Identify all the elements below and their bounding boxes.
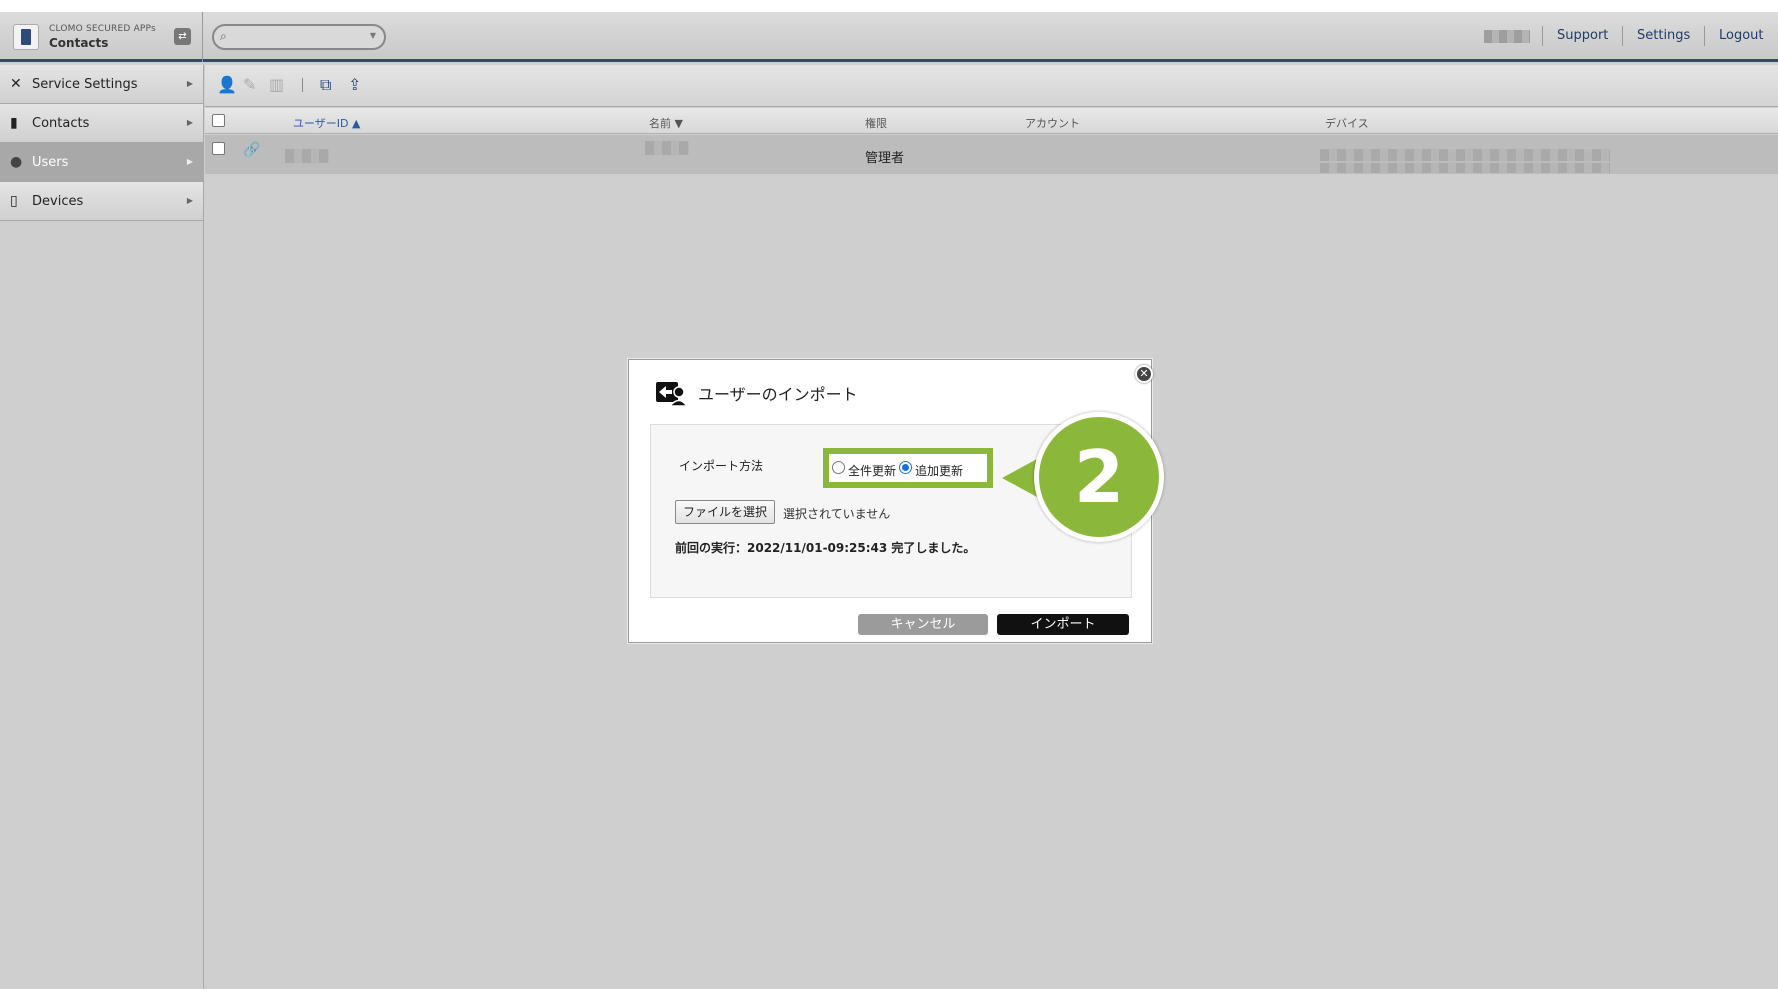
chevron-right-icon: ▶ (186, 157, 193, 166)
add-update-label[interactable]: 追加更新 (915, 462, 963, 479)
import-method-label: インポート方法 (679, 459, 764, 473)
choose-file-button[interactable]: ファイルを選択 (675, 500, 776, 524)
sort-asc-icon: ▲ (352, 117, 361, 130)
toolbar: 👤 ✎ ▥ ⧉ ⇪ (205, 65, 1778, 107)
add-user-icon[interactable]: 👤 (217, 75, 237, 94)
chevron-right-icon: ▶ (186, 79, 193, 88)
file-status-text: 選択されていません (783, 507, 891, 521)
column-header-device[interactable]: デバイス (1325, 115, 1369, 131)
chevron-right-icon: ▶ (186, 196, 193, 205)
search-input[interactable]: ⌕ ▼ (212, 24, 386, 50)
header-divider (1622, 26, 1623, 46)
last-run-status: 前回の実行：2022/11/01-09:25:43 完了しました。 (675, 541, 976, 555)
cancel-button[interactable]: キャンセル (858, 614, 988, 635)
sidebar-item-label: Devices (32, 194, 84, 209)
masked-user-id (285, 149, 329, 163)
logout-link[interactable]: Logout (1719, 28, 1764, 43)
masked-device (1320, 163, 1610, 173)
search-icon: ⌕ (220, 29, 227, 43)
brand-suite-name: CLOMO SECURED APPs (49, 24, 156, 34)
chevron-right-icon: ▶ (186, 118, 193, 127)
step-number: 2 (1073, 435, 1125, 519)
settings-link[interactable]: Settings (1637, 28, 1690, 43)
import-method-options: 全件更新 追加更新 (823, 448, 993, 488)
delete-trash-icon[interactable]: ▥ (269, 75, 284, 94)
chevron-down-icon[interactable]: ▼ (370, 31, 376, 40)
brand-area: CLOMO SECURED APPs Contacts ⇄ (0, 12, 203, 62)
sidebar-item-label: Service Settings (32, 77, 138, 92)
column-header-name[interactable]: 名前 ▼ (649, 115, 683, 131)
table-row[interactable]: 🔗 管理者 (205, 135, 1778, 174)
column-header-account[interactable]: アカウント (1025, 115, 1080, 131)
app-switcher-icon[interactable]: ⇄ (174, 28, 191, 45)
tools-icon: ✕ (10, 76, 22, 92)
header-divider (1704, 26, 1705, 46)
header-divider (1542, 26, 1543, 46)
masked-name (645, 141, 689, 155)
contacts-book-icon: ▮ (10, 115, 18, 131)
toolbar-divider (302, 78, 303, 92)
header-bar: CLOMO SECURED APPs Contacts ⇄ ⌕ ▼ Suppor… (0, 12, 1778, 62)
column-header-role[interactable]: 権限 (865, 115, 887, 131)
full-update-radio[interactable] (832, 461, 845, 474)
link-icon[interactable]: 🔗 (243, 142, 260, 158)
select-all-checkbox[interactable] (212, 114, 225, 127)
row-checkbox[interactable] (212, 142, 225, 155)
step-callout: 2 (1034, 412, 1164, 542)
export-users-icon[interactable]: ⇪ (348, 75, 361, 94)
sidebar-item-users[interactable]: ● Users ▶ (0, 143, 203, 182)
sidebar-item-devices[interactable]: ▯ Devices ▶ (0, 182, 203, 221)
column-header-user-id[interactable]: ユーザーID ▲ (293, 115, 360, 131)
support-link[interactable]: Support (1557, 28, 1608, 43)
masked-device (1320, 149, 1610, 161)
import-users-icon (656, 382, 687, 406)
brand-app-name: Contacts (49, 36, 109, 50)
full-update-label[interactable]: 全件更新 (848, 462, 896, 479)
table-header: ユーザーID ▲ 名前 ▼ 権限 アカウント デバイス (205, 108, 1778, 134)
dialog-title: ユーザーのインポート (698, 385, 858, 404)
app-window: CLOMO SECURED APPs Contacts ⇄ ⌕ ▼ Suppor… (0, 12, 1778, 989)
edit-pencil-icon[interactable]: ✎ (243, 75, 256, 94)
sort-desc-icon: ▼ (674, 117, 683, 130)
import-users-icon[interactable]: ⧉ (320, 75, 331, 95)
sidebar-item-contacts[interactable]: ▮ Contacts ▶ (0, 104, 203, 143)
sidebar-item-service-settings[interactable]: ✕ Service Settings ▶ (0, 65, 203, 104)
role-cell: 管理者 (865, 151, 905, 166)
import-button[interactable]: インポート (997, 614, 1129, 635)
app-logo-icon (13, 24, 39, 50)
devices-icon: ▯ (10, 193, 18, 209)
sidebar-item-label: Contacts (32, 116, 90, 131)
masked-username (1484, 30, 1530, 43)
user-icon: ● (10, 154, 23, 170)
sidebar: ✕ Service Settings ▶ ▮ Contacts ▶ ● User… (0, 65, 204, 989)
sidebar-item-label: Users (32, 155, 69, 170)
close-icon[interactable]: ✕ (1135, 365, 1153, 383)
add-update-radio[interactable] (899, 461, 912, 474)
